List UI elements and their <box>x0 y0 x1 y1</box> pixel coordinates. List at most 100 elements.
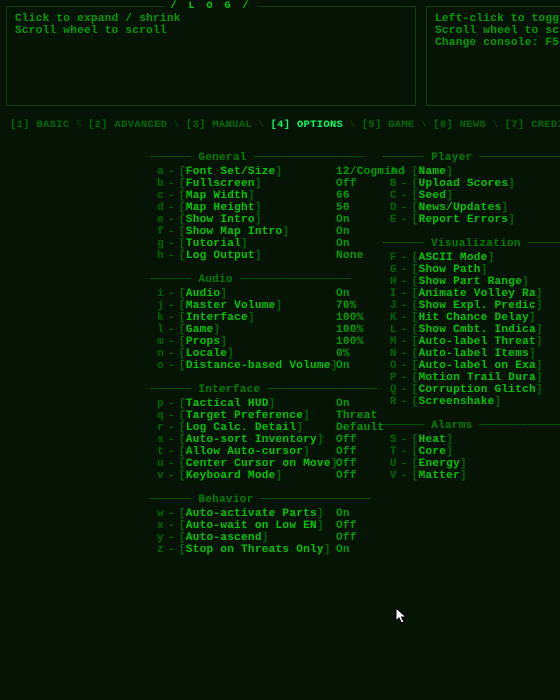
option-label[interactable]: Report Errors <box>419 214 509 226</box>
option-label[interactable]: Auto-label on Exa <box>419 360 536 372</box>
option-row[interactable]: V-[Matter] <box>383 470 560 482</box>
option-row[interactable]: y-[Auto-ascend]Off <box>150 532 378 544</box>
menu-item-news[interactable]: [6] NEWS <box>433 119 486 131</box>
option-row[interactable]: m-[ Props]100% <box>150 336 378 348</box>
option-label[interactable]: Fullscreen <box>186 178 255 190</box>
option-label[interactable]: Core <box>419 446 447 458</box>
option-row[interactable]: E-[Report Errors] <box>383 214 560 226</box>
option-row[interactable]: B-[Upload Scores] <box>383 178 560 190</box>
option-label[interactable]: Allow Auto-cursor <box>186 446 303 458</box>
option-label[interactable]: Interface <box>186 312 248 324</box>
option-row[interactable]: Q-[Corruption Glitch] <box>383 384 560 396</box>
option-label[interactable]: Show Intro <box>186 214 255 226</box>
option-row[interactable]: N-[Auto-label Items] <box>383 348 560 360</box>
option-label[interactable]: Target Preference <box>186 410 303 422</box>
option-label[interactable]: Distance-based Volume <box>186 360 331 372</box>
option-row[interactable]: i-[Audio]On <box>150 288 378 300</box>
option-row[interactable]: e-[Show Intro]On <box>150 214 378 226</box>
option-row[interactable]: b-[Fullscreen]Off <box>150 178 378 190</box>
menu-item-manual[interactable]: [3] MANUAL <box>186 119 252 131</box>
option-label[interactable]: Master Volume <box>186 300 276 312</box>
option-label[interactable]: Matter <box>419 470 460 482</box>
option-label[interactable]: Motion Trail Dura <box>419 372 536 384</box>
option-row[interactable]: t-[Allow Auto-cursor]Off <box>150 446 378 458</box>
option-label[interactable]: Auto-ascend <box>186 532 262 544</box>
option-label[interactable]: Show Path <box>419 264 481 276</box>
option-row[interactable]: D-[News/Updates] <box>383 202 560 214</box>
option-row[interactable]: u-[Center Cursor on Move]Off <box>150 458 378 470</box>
option-label[interactable]: Animate Volley Ra <box>419 288 536 300</box>
option-label[interactable]: Auto-label Items <box>419 348 529 360</box>
option-label[interactable]: Show Expl. Predic <box>419 300 536 312</box>
option-label[interactable]: Energy <box>419 458 460 470</box>
option-label[interactable]: Upload Scores <box>419 178 509 190</box>
option-label[interactable]: Font Set/Size <box>186 166 276 178</box>
option-label[interactable]: Keyboard Mode <box>186 470 276 482</box>
option-row[interactable]: w-[Auto-activate Parts]On <box>150 508 378 520</box>
option-label[interactable]: Tactical HUD <box>186 398 269 410</box>
menu-item-game[interactable]: [5] GAME <box>362 119 415 131</box>
option-label[interactable]: Game <box>186 324 214 336</box>
option-row[interactable]: I-[Animate Volley Ra] <box>383 288 560 300</box>
option-label[interactable]: Auto-label Threat <box>419 336 536 348</box>
option-label[interactable]: Audio <box>186 288 221 300</box>
option-row[interactable]: R-[Screenshake] <box>383 396 560 408</box>
option-row[interactable]: G-[Show Path] <box>383 264 560 276</box>
option-label[interactable]: Auto-sort Inventory <box>186 434 317 446</box>
option-row[interactable]: A-[Name] <box>383 166 560 178</box>
option-row[interactable]: x-[Auto-wait on Low EN]Off <box>150 520 378 532</box>
menu-item-basic[interactable]: [1] BASIC <box>10 119 69 131</box>
option-row[interactable]: z-[Stop on Threats Only]On <box>150 544 378 556</box>
option-label[interactable]: Map Width <box>186 190 248 202</box>
option-row[interactable]: O-[Auto-label on Exa] <box>383 360 560 372</box>
option-row[interactable]: T-[Core] <box>383 446 560 458</box>
option-label[interactable]: Corruption Glitch <box>419 384 536 396</box>
option-row[interactable]: f-[Show Map Intro]On <box>150 226 378 238</box>
option-label[interactable]: Name <box>419 166 447 178</box>
option-row[interactable]: H-[Show Part Range] <box>383 276 560 288</box>
option-row[interactable]: d-[Map Height]50 <box>150 202 378 214</box>
option-row[interactable]: j-[Master Volume]70% <box>150 300 378 312</box>
option-label[interactable]: Show Cmbt. Indica <box>419 324 536 336</box>
option-row[interactable]: F-[ASCII Mode] <box>383 252 560 264</box>
option-row[interactable]: v-[Keyboard Mode]Off <box>150 470 378 482</box>
option-row[interactable]: U-[Energy] <box>383 458 560 470</box>
option-row[interactable]: S-[Heat] <box>383 434 560 446</box>
option-row[interactable]: P-[Motion Trail Dura] <box>383 372 560 384</box>
option-row[interactable]: J-[Show Expl. Predic] <box>383 300 560 312</box>
option-label[interactable]: Stop on Threats Only <box>186 544 324 556</box>
option-row[interactable]: l-[ Game]100% <box>150 324 378 336</box>
option-label[interactable]: Map Height <box>186 202 255 214</box>
option-row[interactable]: s-[Auto-sort Inventory]Off <box>150 434 378 446</box>
option-label[interactable]: News/Updates <box>419 202 502 214</box>
option-row[interactable]: r-[Log Calc. Detail]Default <box>150 422 378 434</box>
log-panel[interactable]: / L O G / Click to expand / shrink Scrol… <box>6 6 416 106</box>
option-row[interactable]: q-[Target Preference]Threat <box>150 410 378 422</box>
option-label[interactable]: ASCII Mode <box>419 252 488 264</box>
option-row[interactable]: p-[Tactical HUD]On <box>150 398 378 410</box>
option-row[interactable]: o-[Distance-based Volume]On <box>150 360 378 372</box>
option-label[interactable]: Show Map Intro <box>186 226 283 238</box>
option-label[interactable]: Auto-wait on Low EN <box>186 520 317 532</box>
option-row[interactable]: L-[Show Cmbt. Indica] <box>383 324 560 336</box>
option-label[interactable]: Center Cursor on Move <box>186 458 331 470</box>
option-row[interactable]: K-[Hit Chance Delay] <box>383 312 560 324</box>
option-label[interactable]: Log Output <box>186 250 255 262</box>
option-row[interactable]: h-[Log Output]None <box>150 250 378 262</box>
option-label[interactable]: Log Calc. Detail <box>186 422 296 434</box>
option-label[interactable]: Hit Chance Delay <box>419 312 529 324</box>
menu-item-credits[interactable]: [7] CREDITS <box>505 119 560 131</box>
option-row[interactable]: k-[ Interface]100% <box>150 312 378 324</box>
console-panel[interactable]: Left-click to toggle int Scroll wheel to… <box>426 6 560 106</box>
option-label[interactable]: Tutorial <box>186 238 241 250</box>
option-label[interactable]: Auto-activate Parts <box>186 508 317 520</box>
option-label[interactable]: Screenshake <box>419 396 495 408</box>
option-row[interactable]: a-[Font Set/Size]12/Cogmind <box>150 166 378 178</box>
option-label[interactable]: Props <box>186 336 221 348</box>
option-label[interactable]: Seed <box>419 190 447 202</box>
option-row[interactable]: C-[Seed] <box>383 190 560 202</box>
option-row[interactable]: c-[Map Width]66 <box>150 190 378 202</box>
option-label[interactable]: Show Part Range <box>419 276 523 288</box>
option-row[interactable]: n-[ Locale]0% <box>150 348 378 360</box>
option-label[interactable]: Heat <box>419 434 447 446</box>
